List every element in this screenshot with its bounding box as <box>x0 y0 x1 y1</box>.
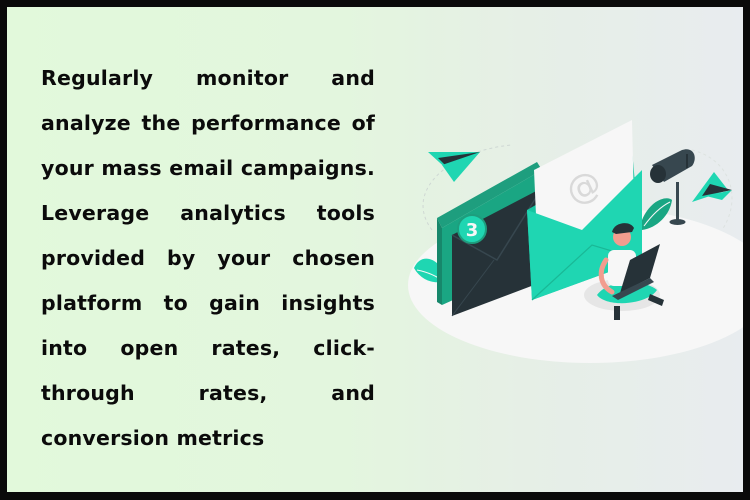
card-frame: Regularly monitor and analyze the perfor… <box>0 0 750 500</box>
email-marketing-illustration: 3 @ <box>408 120 743 363</box>
body-paragraph: Regularly monitor and analyze the perfor… <box>41 66 375 450</box>
paper-plane-left-icon <box>428 152 480 182</box>
badge-count: 3 <box>466 220 479 241</box>
card-canvas: Regularly monitor and analyze the perfor… <box>7 7 743 492</box>
paper-plane-right-icon <box>692 172 732 202</box>
notification-badge: 3 <box>457 214 487 244</box>
